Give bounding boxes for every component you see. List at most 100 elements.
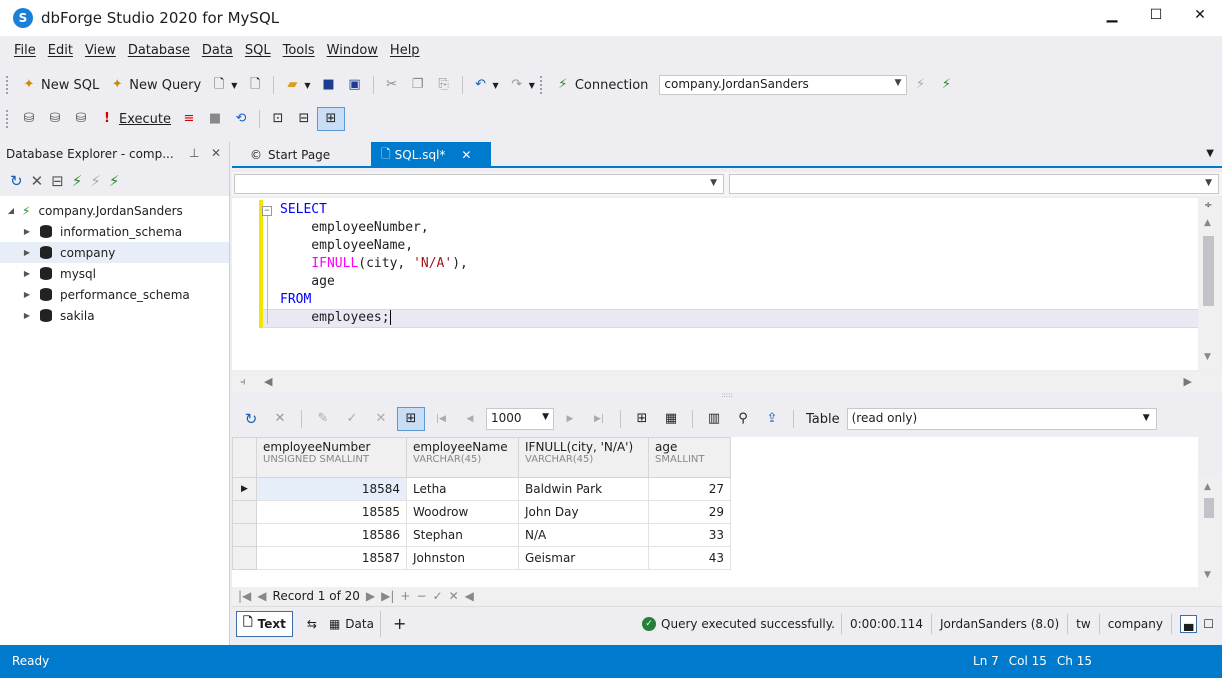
close-tab-icon[interactable]: ✕ xyxy=(461,148,471,162)
undo-button[interactable]: ↶ ▼ xyxy=(468,73,504,97)
apply-button[interactable]: ✓ xyxy=(339,407,365,431)
cell-age[interactable]: 29 xyxy=(648,500,731,524)
cell-age[interactable]: 43 xyxy=(648,546,731,570)
column-header[interactable]: age SMALLINT xyxy=(648,437,731,478)
cell-employee-name[interactable]: Letha xyxy=(406,477,519,501)
collapsed-arrow-icon[interactable]: ▶ xyxy=(20,311,34,320)
cancel-record-icon[interactable]: ✕ xyxy=(449,589,459,603)
tree-node-connection[interactable]: ◢ ⚡ company.JordanSanders xyxy=(0,200,229,221)
collapsed-arrow-icon[interactable]: ▶ xyxy=(20,248,34,257)
collapsed-arrow-icon[interactable]: ▶ xyxy=(20,269,34,278)
add-document-button[interactable]: + xyxy=(379,610,412,637)
results-grid[interactable]: employeeNumber UNSIGNED SMALLINT employe… xyxy=(232,437,1198,587)
new-file-button[interactable]: 🗋 xyxy=(242,73,268,97)
scrollbar-thumb[interactable] xyxy=(1203,236,1214,306)
cell-city[interactable]: N/A xyxy=(518,523,649,547)
toolbar-grip[interactable] xyxy=(6,76,10,94)
tab-list-dropdown-icon[interactable]: ▼ xyxy=(1206,148,1214,159)
save-all-button[interactable]: ▣ xyxy=(342,73,368,97)
swap-view-button[interactable]: ⇆ xyxy=(301,611,323,637)
last-record-icon[interactable]: ▶| xyxy=(381,589,394,603)
scroll-left-icon[interactable]: ◀ xyxy=(465,589,474,603)
close-window-button[interactable]: ✕ xyxy=(1178,0,1222,30)
cell-age[interactable]: 33 xyxy=(648,523,731,547)
copy-button[interactable]: ❐ xyxy=(405,73,431,97)
cell-age[interactable]: 27 xyxy=(648,477,731,501)
scrollbar-thumb[interactable] xyxy=(1204,498,1214,518)
explain-button[interactable]: ⊟ xyxy=(291,107,317,131)
collapse-icon[interactable]: ⊟ xyxy=(51,172,64,190)
first-page-button[interactable]: |◀ xyxy=(428,407,454,431)
cut-button[interactable]: ✂ xyxy=(379,73,405,97)
data-view-tab[interactable]: ▦ Data xyxy=(323,611,380,637)
text-view-tab[interactable]: 🗋 Text xyxy=(236,610,293,637)
cell-employee-name[interactable]: Johnston xyxy=(406,546,519,570)
export-button[interactable]: ⇪ xyxy=(759,407,785,431)
scroll-down-icon[interactable]: ▼ xyxy=(1204,570,1211,580)
menu-tools[interactable]: Tools xyxy=(277,43,321,63)
execute-button[interactable]: ! Execute xyxy=(94,107,176,131)
fold-collapse-icon[interactable]: − xyxy=(262,206,272,216)
bottom-panel-icon[interactable]: ▄ xyxy=(1180,614,1198,633)
open-button[interactable]: ▰ ▼ xyxy=(279,73,315,97)
previous-page-button[interactable]: ◀ xyxy=(457,407,483,431)
redo-button[interactable]: ↷ ▼ xyxy=(504,73,540,97)
menu-file[interactable]: File xyxy=(8,43,42,63)
tree-node-database[interactable]: ▶ information_schema xyxy=(0,221,229,242)
database-button-3[interactable]: ⛁ xyxy=(68,107,94,131)
cell-employee-name[interactable]: Stephan xyxy=(406,523,519,547)
menu-database[interactable]: Database xyxy=(122,43,196,63)
cell-employee-name[interactable]: Woodrow xyxy=(406,500,519,524)
find-button[interactable]: ⚲ xyxy=(730,407,756,431)
connection-button[interactable]: ⚡ Connection xyxy=(550,73,654,97)
split-horizontal-icon[interactable]: ⫞ xyxy=(240,375,246,389)
expanded-arrow-icon[interactable]: ◢ xyxy=(4,206,18,215)
scroll-down-icon[interactable]: ▼ xyxy=(1204,352,1211,362)
toolbar-grip[interactable] xyxy=(539,76,544,94)
apply-record-icon[interactable]: ✓ xyxy=(433,589,443,603)
stop-button[interactable]: ■ xyxy=(202,107,228,131)
history-button[interactable]: ⟲ xyxy=(228,107,254,131)
disconnect-button[interactable]: ⚡ xyxy=(933,73,959,97)
menu-data[interactable]: Data xyxy=(196,43,239,63)
table-row[interactable]: 18585 Woodrow John Day 29 xyxy=(232,500,731,524)
tree-node-database[interactable]: ▶ sakila xyxy=(0,305,229,326)
row-header[interactable] xyxy=(232,546,257,570)
tree-node-database[interactable]: ▶ mysql xyxy=(0,263,229,284)
paste-button[interactable]: ⎘ xyxy=(431,73,457,97)
editor-vertical-scrollbar[interactable]: ÷ ▲ ▼ xyxy=(1198,198,1220,370)
first-record-icon[interactable]: |◀ xyxy=(238,589,251,603)
grid-vertical-scrollbar[interactable]: ▲ ▼ xyxy=(1198,478,1220,588)
collapsed-arrow-icon[interactable]: ▶ xyxy=(20,290,34,299)
scroll-up-icon[interactable]: ▲ xyxy=(1204,218,1211,228)
column-header[interactable]: employeeNumber UNSIGNED SMALLINT xyxy=(256,437,407,478)
save-button[interactable]: ■ xyxy=(316,73,342,97)
refresh-button[interactable]: ↻ xyxy=(238,407,264,431)
next-record-icon[interactable]: ▶ xyxy=(366,589,375,603)
tab-start-page[interactable]: © Start Page xyxy=(240,142,368,168)
pin-icon[interactable]: ⊥ xyxy=(189,146,199,160)
scroll-up-icon[interactable]: ▲ xyxy=(1204,482,1211,492)
menu-help[interactable]: Help xyxy=(384,43,426,63)
columns-button[interactable]: ▥ xyxy=(701,407,727,431)
column-header[interactable]: employeeName VARCHAR(45) xyxy=(406,437,519,478)
tab-sql-file[interactable]: 🗋 SQL.sql* ✕ xyxy=(371,142,491,168)
cell-employee-number[interactable]: 18587 xyxy=(256,546,407,570)
results-splitter[interactable]: ::::: xyxy=(232,392,1222,400)
last-page-button[interactable]: ▶| xyxy=(586,407,612,431)
object-select[interactable]: ▼ xyxy=(234,174,724,194)
table-mode-select[interactable]: (read only) ▼ xyxy=(846,408,1157,430)
menu-window[interactable]: Window xyxy=(321,43,384,63)
column-header[interactable]: IFNULL(city, 'N/A') VARCHAR(45) xyxy=(518,437,649,478)
table-row[interactable]: 18586 Stephan N/A 33 xyxy=(232,523,731,547)
delete-icon[interactable]: ✕ xyxy=(31,172,44,190)
execute-current-button[interactable]: ≡ xyxy=(176,107,202,131)
delete-record-icon[interactable]: − xyxy=(416,589,426,603)
cell-city[interactable]: John Day xyxy=(518,500,649,524)
page-size-select[interactable]: 1000 ▼ xyxy=(486,408,554,430)
row-header[interactable] xyxy=(232,500,257,524)
tree-node-database[interactable]: ▶ company xyxy=(0,242,229,263)
new-item-dropdown-button[interactable]: 🗋 ▼ xyxy=(206,73,242,97)
table-row[interactable]: ▶ 18584 Letha Baldwin Park 27 xyxy=(232,477,731,501)
menu-edit[interactable]: Edit xyxy=(42,43,79,63)
